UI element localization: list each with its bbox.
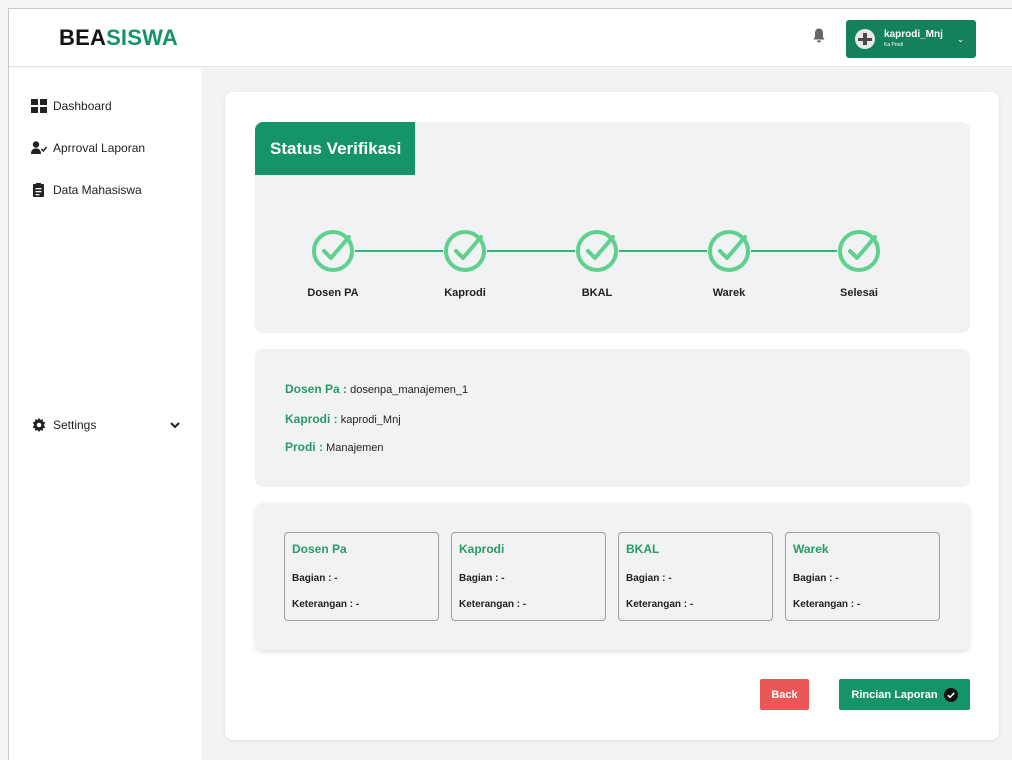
note-title: Dosen Pa: [292, 542, 347, 556]
step-label: BKAL: [581, 287, 613, 299]
content-card: Status Verifikasi Dosen PA Kaprodi BKAL …: [225, 92, 999, 740]
user-check-icon: [31, 141, 47, 154]
step-label: Kaprodi: [444, 287, 486, 299]
note-bagian: Bagian : -: [459, 573, 505, 584]
chevron-down-icon: ⌄: [956, 33, 965, 44]
gear-icon: [32, 418, 46, 432]
dashboard-grid-icon: [31, 99, 47, 113]
back-button-label: Back: [771, 688, 798, 701]
note-card-dosen-pa: Dosen Pa Bagian : - Keterangan : -: [284, 532, 439, 621]
check-circle-icon: [575, 229, 619, 273]
check-circle-icon: [837, 229, 881, 273]
info-value: kaprodi_Mnj: [340, 414, 401, 426]
info-value: Manajemen: [326, 442, 384, 454]
note-bagian: Bagian : -: [292, 573, 338, 584]
note-title: Warek: [793, 542, 829, 556]
step-label: Selesai: [840, 287, 878, 299]
check-circle-icon: [443, 229, 487, 273]
note-card-kaprodi: Kaprodi Bagian : - Keterangan : -: [451, 532, 606, 621]
sidebar-item-label: Data Mahasiswa: [53, 183, 142, 197]
info-dosen-pa: Dosen Pa : dosenpa_manajemen_1: [285, 382, 468, 396]
chevron-down-icon[interactable]: [169, 419, 181, 431]
info-value: dosenpa_manajemen_1: [350, 384, 469, 396]
check-circle-icon: [311, 229, 355, 273]
info-key: Prodi :: [285, 440, 323, 454]
note-title: BKAL: [626, 542, 660, 556]
step-bkal: BKAL: [552, 229, 642, 299]
status-title: Status Verifikasi: [255, 122, 415, 175]
note-bagian: Bagian : -: [793, 573, 839, 584]
rincian-laporan-button[interactable]: Rincian Laporan: [839, 679, 970, 710]
note-keterangan: Keterangan : -: [793, 599, 861, 610]
approver-info-panel: Dosen Pa : dosenpa_manajemen_1 Kaprodi :…: [255, 349, 970, 487]
note-title: Kaprodi: [459, 542, 505, 556]
step-selesai: Selesai: [814, 229, 904, 299]
note-card-bkal: BKAL Bagian : - Keterangan : -: [618, 532, 773, 621]
step-kaprodi: Kaprodi: [420, 229, 510, 299]
sidebar-item-approval[interactable]: Aprroval Laporan: [31, 141, 145, 155]
status-verifikasi-panel: Status Verifikasi Dosen PA Kaprodi BKAL …: [255, 122, 970, 333]
sidebar-item-label: Settings: [53, 418, 97, 432]
bell-icon[interactable]: [812, 27, 826, 45]
app-logo[interactable]: BEASISWA: [59, 25, 178, 51]
user-role: Ka Prodi: [884, 42, 904, 48]
main-content: Status Verifikasi Dosen PA Kaprodi BKAL …: [201, 68, 1012, 760]
user-menu-button[interactable]: kaprodi_Mnj Ka Prodi ⌄: [846, 20, 976, 58]
user-name: kaprodi_Mnj: [884, 29, 943, 40]
info-prodi: Prodi : Manajemen: [285, 440, 384, 454]
step-label: Dosen PA: [307, 287, 359, 299]
note-keterangan: Keterangan : -: [292, 599, 360, 610]
clipboard-icon: [33, 183, 44, 197]
rincian-laporan-label: Rincian Laporan: [851, 688, 938, 701]
step-label: Warek: [712, 287, 746, 299]
approval-notes-panel: Dosen Pa Bagian : - Keterangan : - Kapro…: [255, 503, 970, 650]
avatar: [855, 29, 875, 49]
info-kaprodi: Kaprodi : kaprodi_Mnj: [285, 412, 401, 426]
note-card-warek: Warek Bagian : - Keterangan : -: [785, 532, 940, 621]
info-key: Kaprodi :: [285, 412, 338, 426]
note-keterangan: Keterangan : -: [459, 599, 527, 610]
sidebar-item-label: Aprroval Laporan: [53, 141, 146, 155]
sidebar: Dashboard Aprroval Laporan Data Mahasisw…: [9, 68, 201, 760]
top-header: BEASISWA kaprodi_Mnj Ka Prodi ⌄: [9, 9, 1012, 67]
sidebar-item-data-mahasiswa[interactable]: Data Mahasiswa: [31, 183, 142, 197]
sidebar-item-label: Dashboard: [53, 99, 112, 113]
check-circle-icon: [707, 229, 751, 273]
note-bagian: Bagian : -: [626, 573, 672, 584]
step-dosen-pa: Dosen PA: [288, 229, 378, 299]
check-circle-icon: [943, 687, 958, 702]
app-window: BEASISWA kaprodi_Mnj Ka Prodi ⌄ Dashboar…: [8, 8, 1012, 760]
logo-text-green: SISWA: [106, 25, 178, 50]
note-keterangan: Keterangan : -: [626, 599, 694, 610]
step-warek: Warek: [684, 229, 774, 299]
back-button[interactable]: Back: [760, 679, 809, 710]
logo-text-dark: BEA: [59, 25, 107, 50]
sidebar-item-settings[interactable]: Settings: [31, 418, 96, 432]
info-key: Dosen Pa :: [285, 382, 348, 396]
sidebar-item-dashboard[interactable]: Dashboard: [31, 99, 112, 113]
